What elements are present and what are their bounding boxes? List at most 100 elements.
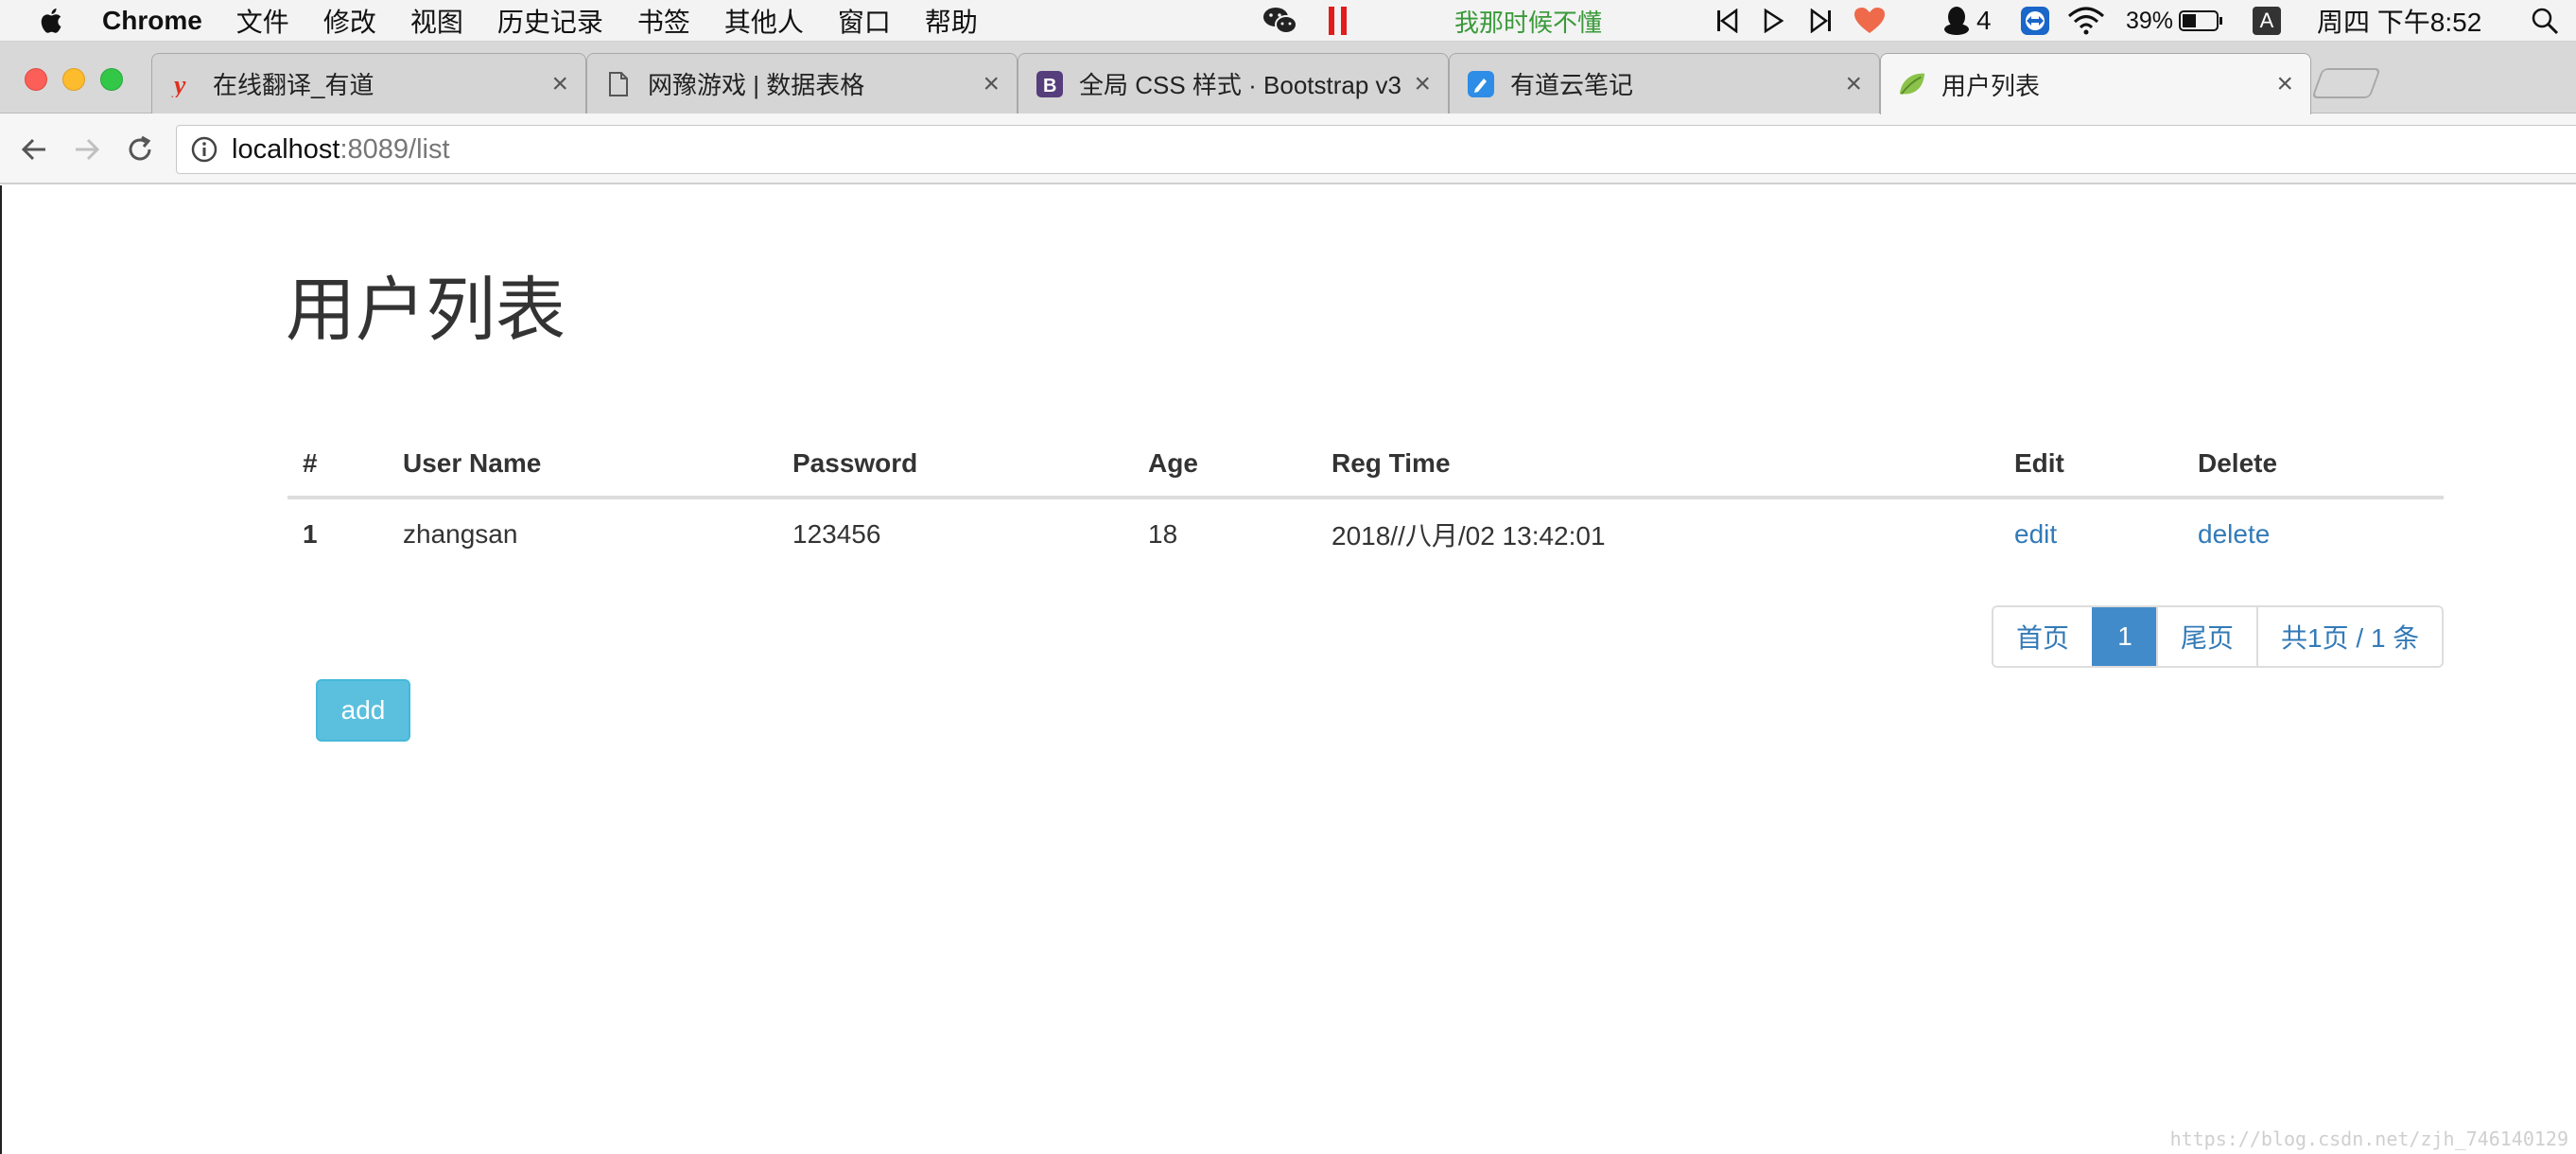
menu-window[interactable]: 窗口 <box>838 2 891 40</box>
address-bar[interactable]: localhost:8089/list <box>176 125 2576 174</box>
pagination: 首页 1 尾页 共1页 / 1 条 <box>1992 605 2445 668</box>
play-icon <box>1764 9 1784 33</box>
reload-icon[interactable] <box>123 132 157 166</box>
next-track-icon <box>1810 9 1831 33</box>
watermark: https://blog.csdn.net/zjh_746140129 <box>2169 1128 2568 1150</box>
svg-text:y: y <box>171 71 186 97</box>
now-playing-text: 我那时候不懂 <box>1454 8 1603 37</box>
column-header-edit: Edit <box>1999 431 2183 499</box>
apple-icon[interactable] <box>36 5 68 37</box>
tab-close-icon[interactable]: × <box>983 68 1000 100</box>
add-button[interactable]: add <box>316 679 410 742</box>
cell-edit: edit <box>1999 498 2183 569</box>
wifi-status[interactable] <box>2067 0 2105 42</box>
page-content: 用户列表 # User Name Password Age Reg Time E… <box>0 185 2576 1154</box>
cell-username: zhangsan <box>403 519 518 549</box>
tab-title: 全局 CSS 样式 · Bootstrap v3 中 <box>1079 71 1405 99</box>
table-header: # User Name Password Age Reg Time Edit D… <box>287 431 2444 499</box>
table-body: 1 zhangsan 123456 18 2018//八月/02 13:42:0… <box>287 498 2444 569</box>
tab-title: 在线翻译_有道 <box>213 71 374 99</box>
menu-app-chrome[interactable]: Chrome <box>102 6 202 36</box>
delete-link[interactable]: delete <box>2198 519 2270 549</box>
tab-close-icon[interactable]: × <box>1845 68 1862 100</box>
tab-strip: y 在线翻译_有道 × 网豫游戏 | 数据表格 × B 全局 CSS 样式 · … <box>0 42 2576 114</box>
wifi-icon <box>2068 7 2104 35</box>
menu-people[interactable]: 其他人 <box>724 2 804 40</box>
column-header-username: User Name <box>388 431 777 499</box>
window-minimize-icon[interactable] <box>62 68 85 91</box>
tab-close-icon[interactable]: × <box>1414 68 1431 100</box>
forward-arrow-icon[interactable] <box>70 132 104 166</box>
user-table: # User Name Password Age Reg Time Edit D… <box>287 431 2444 569</box>
table-header-row: # User Name Password Age Reg Time Edit D… <box>287 431 2444 499</box>
tab-user-list[interactable]: 用户列表 × <box>1880 53 2311 114</box>
wechat-icon <box>1263 8 1297 34</box>
url-path: :8089/list <box>339 133 450 165</box>
column-header-password: Password <box>777 431 1133 499</box>
svg-text:B: B <box>1043 76 1056 96</box>
tab-data-table[interactable]: 网豫游戏 | 数据表格 × <box>586 53 1018 114</box>
site-info-icon[interactable] <box>190 135 218 164</box>
spotlight-search-icon <box>2532 8 2559 35</box>
favorite-button[interactable] <box>1854 0 1886 42</box>
page-title: 用户列表 <box>286 271 566 349</box>
bootstrap-icon: B <box>1036 70 1064 98</box>
pagination-current-page[interactable]: 1 <box>2092 607 2157 666</box>
window-close-icon[interactable] <box>25 68 47 91</box>
input-method[interactable]: A <box>2253 0 2281 42</box>
cell-id: 1 <box>303 519 318 549</box>
pagination-first[interactable]: 首页 <box>1993 607 2093 666</box>
prev-track-button[interactable] <box>1715 0 1738 42</box>
pagination-summary: 共1页 / 1 条 <box>2256 607 2443 666</box>
next-track-button[interactable] <box>1810 0 1833 42</box>
menu-view[interactable]: 视图 <box>410 2 463 40</box>
window-zoom-icon[interactable] <box>100 68 123 91</box>
browser-toolbar: localhost:8089/list <box>0 114 2576 184</box>
new-tab-button[interactable] <box>2311 68 2381 98</box>
battery-percent: 39% <box>2126 7 2174 34</box>
url-host: localhost <box>232 133 340 165</box>
tab-title: 用户列表 <box>1941 71 2041 100</box>
menu-edit[interactable]: 修改 <box>323 2 376 40</box>
prev-track-icon <box>1717 9 1738 33</box>
qq-status[interactable]: 4 <box>1942 0 1992 42</box>
spotlight-button[interactable] <box>2531 0 2559 42</box>
cell-password: 123456 <box>792 519 881 549</box>
teamviewer-icon <box>2021 7 2049 35</box>
tab-bootstrap-css[interactable]: B 全局 CSS 样式 · Bootstrap v3 中 × <box>1018 53 1449 114</box>
youdao-note-icon <box>1467 70 1495 98</box>
tab-youdao-translate[interactable]: y 在线翻译_有道 × <box>151 53 586 114</box>
pause-icon <box>1329 7 1347 35</box>
menu-bookmarks[interactable]: 书签 <box>637 2 690 40</box>
menu-file[interactable]: 文件 <box>236 2 289 40</box>
tab-title: 网豫游戏 | 数据表格 <box>648 71 865 99</box>
tab-close-icon[interactable]: × <box>2276 68 2293 100</box>
cell-age: 18 <box>1148 519 1178 549</box>
qq-icon <box>1944 7 1969 35</box>
play-button[interactable] <box>1763 0 1784 42</box>
input-method-icon: A <box>2253 7 2281 35</box>
macos-menu-bar: Chrome 文件 修改 视图 历史记录 书签 其他人 窗口 帮助 我那时候不懂… <box>0 0 2576 42</box>
column-header-regtime: Reg Time <box>1316 431 1999 499</box>
pagination-last[interactable]: 尾页 <box>2156 607 2257 666</box>
menu-help[interactable]: 帮助 <box>925 2 978 40</box>
menubar-clock[interactable]: 周四 下午8:52 <box>2317 0 2481 42</box>
table-row: 1 zhangsan 123456 18 2018//八月/02 13:42:0… <box>287 498 2444 569</box>
youdao-icon: y <box>169 70 198 98</box>
teamviewer-status[interactable] <box>2020 0 2050 42</box>
tab-close-icon[interactable]: × <box>551 68 568 100</box>
back-arrow-icon[interactable] <box>17 132 51 166</box>
cell-regtime: 2018//八月/02 13:42:01 <box>1332 521 1606 551</box>
tab-youdao-note[interactable]: 有道云笔记 × <box>1449 53 1880 114</box>
column-header-delete: Delete <box>2183 431 2444 499</box>
cell-delete: delete <box>2183 498 2444 569</box>
pause-status[interactable] <box>1328 0 1349 42</box>
column-header-age: Age <box>1133 431 1316 499</box>
heart-icon <box>1854 8 1885 33</box>
qq-count: 4 <box>1976 6 1992 35</box>
page-icon <box>604 70 633 98</box>
wechat-status[interactable] <box>1262 0 1299 42</box>
battery-status[interactable]: 39% <box>2126 0 2224 42</box>
edit-link[interactable]: edit <box>2014 519 2057 549</box>
menu-history[interactable]: 历史记录 <box>497 2 603 40</box>
